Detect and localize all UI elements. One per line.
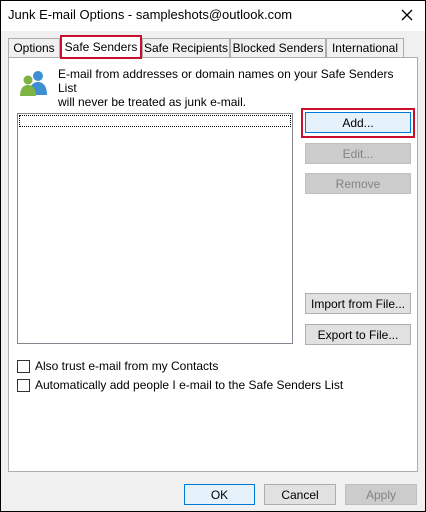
edit-button[interactable]: Edit... <box>305 143 411 164</box>
close-button[interactable] <box>395 4 419 26</box>
info-text-line-1: E-mail from addresses or domain names on… <box>58 67 394 95</box>
window-title: Junk E-mail Options - sampleshots@outloo… <box>8 7 293 22</box>
close-icon <box>401 9 413 21</box>
people-icon <box>20 71 47 96</box>
info-text: E-mail from addresses or domain names on… <box>58 67 408 109</box>
export-to-file-button[interactable]: Export to File... <box>305 324 411 345</box>
tab-blocked-senders[interactable]: Blocked Senders <box>230 38 326 57</box>
tab-international[interactable]: International <box>326 38 404 57</box>
tab-safe-senders[interactable]: Safe Senders <box>60 35 142 59</box>
tab-strip: Options Safe Senders Safe Recipients Blo… <box>1 31 425 59</box>
trust-contacts-option[interactable]: Also trust e-mail from my Contacts <box>17 359 218 373</box>
tab-safe-recipients[interactable]: Safe Recipients <box>142 38 230 57</box>
add-button[interactable]: Add... <box>305 112 411 133</box>
apply-button[interactable]: Apply <box>345 484 417 505</box>
safe-senders-panel: E-mail from addresses or domain names on… <box>8 57 418 472</box>
auto-add-label: Automatically add people I e-mail to the… <box>35 378 344 392</box>
import-from-file-button[interactable]: Import from File... <box>305 293 411 314</box>
ok-button[interactable]: OK <box>184 484 255 505</box>
tab-options[interactable]: Options <box>8 38 60 57</box>
title-bar: Junk E-mail Options - sampleshots@outloo… <box>1 1 425 31</box>
trust-contacts-label: Also trust e-mail from my Contacts <box>35 359 219 373</box>
list-focus-row[interactable] <box>19 115 291 127</box>
trust-contacts-checkbox[interactable] <box>17 359 30 373</box>
cancel-button[interactable]: Cancel <box>264 484 336 505</box>
junk-email-options-dialog: Junk E-mail Options - sampleshots@outloo… <box>0 0 426 512</box>
auto-add-checkbox[interactable] <box>17 378 30 392</box>
info-text-line-2: will never be treated as junk e-mail. <box>58 95 247 109</box>
remove-button[interactable]: Remove <box>305 173 411 194</box>
auto-add-option[interactable]: Automatically add people I e-mail to the… <box>17 378 343 392</box>
safe-senders-list[interactable] <box>17 113 293 344</box>
